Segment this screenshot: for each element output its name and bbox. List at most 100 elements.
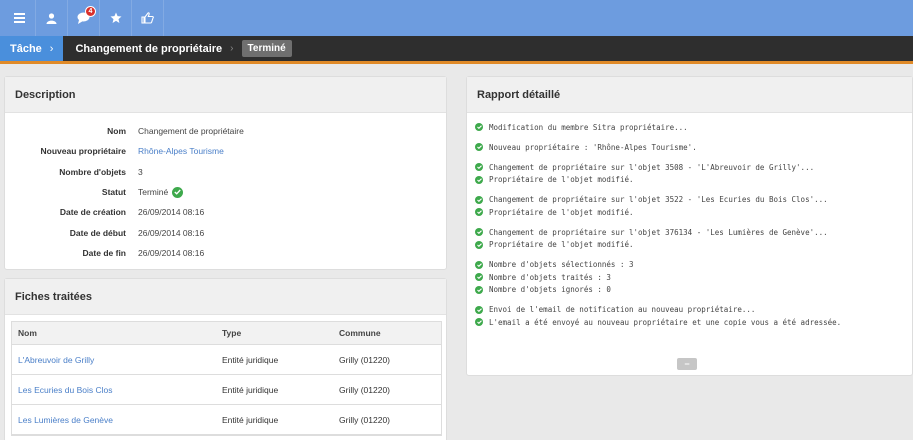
detail-row-statut: Statut Terminé <box>5 182 446 202</box>
log-line: Nombre d'objets ignorés : 0 <box>475 284 912 297</box>
detail-value: Changement de propriétaire <box>138 126 244 137</box>
log-spacer <box>475 154 912 162</box>
detail-value: 26/09/2014 08:16 <box>138 227 205 238</box>
log-line: Nouveau propriétaire : 'Rhône-Alpes Tour… <box>475 141 912 154</box>
log-text: Nombre d'objets traités : 3 <box>489 272 611 282</box>
breadcrumb-root-label: Tâche <box>10 42 42 55</box>
page-title: Changement de propriétaire <box>75 42 223 55</box>
description-details: Nom Changement de propriétaire Nouveau p… <box>5 113 446 263</box>
user-button[interactable] <box>36 0 68 36</box>
check-circle-icon <box>475 285 483 294</box>
fiches-heading: Fiches traitées <box>5 279 446 315</box>
detail-label: Statut <box>101 187 126 198</box>
detail-row-nouveau-proprietaire: Nouveau propriétaire Rhône-Alpes Tourism… <box>5 141 446 161</box>
rapport-panel: Rapport détaillé Modification du membre … <box>466 76 913 376</box>
log-text: Changement de propriétaire sur l'objet 3… <box>489 227 828 237</box>
description-heading: Description <box>5 77 446 113</box>
top-navbar: 4 <box>0 0 913 36</box>
log-line: Changement de propriétaire sur l'objet 3… <box>475 226 912 239</box>
table-header-row: Nom Type Commune <box>12 322 441 345</box>
log-spacer <box>475 296 912 304</box>
log-line: Changement de propriétaire sur l'objet 3… <box>475 194 912 207</box>
log-line: L'email a été envoyé au nouveau propriét… <box>475 316 912 329</box>
menu-button[interactable] <box>4 0 36 36</box>
table-row: Les Ecuries du Bois Clos Entité juridiqu… <box>12 375 441 405</box>
check-circle-icon <box>475 273 483 282</box>
column-header-type[interactable]: Type <box>216 328 333 338</box>
breadcrumb-root-link[interactable]: Tâche › <box>0 36 64 61</box>
log-text: Propriétaire de l'objet modifié. <box>489 207 634 217</box>
log-line: Nombre d'objets traités : 3 <box>475 271 912 284</box>
log-spacer <box>475 134 912 142</box>
fiches-panel: Fiches traitées Nom Type Commune L'Abreu… <box>4 278 447 440</box>
breadcrumb: Tâche › Changement de propriétaire › Ter… <box>0 36 913 64</box>
check-circle-icon <box>475 208 483 217</box>
detail-label: Date de début <box>69 227 126 238</box>
detail-row-date-creation: Date de création 26/09/2014 08:16 <box>5 202 446 222</box>
log-spacer <box>475 186 912 194</box>
thumbs-up-icon <box>141 12 154 24</box>
fiche-commune: Grilly (01220) <box>339 414 391 425</box>
fiche-commune: Grilly (01220) <box>339 354 391 365</box>
table-row: L'Abreuvoir de Grilly Entité juridique G… <box>12 345 441 375</box>
detail-label: Nom <box>107 126 126 137</box>
log-line: Nombre d'objets sélectionnés : 3 <box>475 259 912 272</box>
check-circle-icon <box>475 123 483 132</box>
log-line: Propriétaire de l'objet modifié. <box>475 239 912 252</box>
status-badge: Terminé <box>241 40 292 57</box>
star-icon <box>110 12 121 23</box>
fiche-type: Entité juridique <box>222 384 279 395</box>
table-row: Les Lumières de Genève Entité juridique … <box>12 405 441 435</box>
fiche-link[interactable]: Les Lumières de Genève <box>12 415 216 425</box>
fiches-table: Nom Type Commune L'Abreuvoir de Grilly E… <box>11 321 442 436</box>
detail-row-nombre-objets: Nombre d'objets 3 <box>5 162 446 182</box>
log-line: Modification du membre Sitra propriétair… <box>475 121 912 134</box>
log-text: Changement de propriétaire sur l'objet 3… <box>489 162 815 172</box>
log-text: L'email a été envoyé au nouveau propriét… <box>489 317 842 327</box>
detail-row-nom: Nom Changement de propriétaire <box>5 121 446 141</box>
detail-value: 26/09/2014 08:16 <box>138 207 205 218</box>
detail-value-status: Terminé <box>138 186 184 198</box>
description-panel: Description Nom Changement de propriétai… <box>4 76 447 270</box>
fiche-type: Entité juridique <box>222 354 279 365</box>
detail-label: Nouveau propriétaire <box>40 146 127 157</box>
share-button[interactable] <box>132 0 164 36</box>
collapse-button[interactable]: − <box>677 358 697 370</box>
notifications-badge: 4 <box>85 6 96 17</box>
log-text: Changement de propriétaire sur l'objet 3… <box>489 195 828 205</box>
log-text: Nouveau propriétaire : 'Rhône-Alpes Tour… <box>489 142 697 152</box>
log-line: Propriétaire de l'objet modifié. <box>475 206 912 219</box>
detail-label: Date de fin <box>82 247 126 258</box>
fiche-type: Entité juridique <box>222 414 279 425</box>
check-circle-icon <box>172 186 184 198</box>
breadcrumb-arrow: › <box>230 43 234 54</box>
detail-row-date-debut: Date de début 26/09/2014 08:16 <box>5 222 446 242</box>
log-text: Nombre d'objets sélectionnés : 3 <box>489 260 634 270</box>
favorites-button[interactable] <box>100 0 132 36</box>
log-text: Propriétaire de l'objet modifié. <box>489 240 634 250</box>
column-header-commune[interactable]: Commune <box>333 328 441 338</box>
column-header-nom[interactable]: Nom <box>12 328 216 338</box>
breadcrumb-separator: › <box>49 42 54 55</box>
check-circle-icon <box>475 143 483 152</box>
rapport-log: Modification du membre Sitra propriétair… <box>467 113 912 329</box>
log-spacer <box>475 251 912 259</box>
detail-label: Date de création <box>59 207 126 218</box>
log-line: Envoi de l'email de notification au nouv… <box>475 304 912 317</box>
detail-row-date-fin: Date de fin 26/09/2014 08:16 <box>5 243 446 263</box>
fiche-link[interactable]: Les Ecuries du Bois Clos <box>12 385 216 395</box>
check-circle-icon <box>475 163 483 172</box>
log-text: Modification du membre Sitra propriétair… <box>489 122 688 132</box>
hamburger-icon <box>14 13 25 23</box>
new-owner-link[interactable]: Rhône-Alpes Tourisme <box>138 146 224 156</box>
log-line: Changement de propriétaire sur l'objet 3… <box>475 161 912 174</box>
status-text: Terminé <box>138 187 169 198</box>
fiche-link[interactable]: L'Abreuvoir de Grilly <box>12 355 216 365</box>
rapport-heading: Rapport détaillé <box>467 77 912 113</box>
check-circle-icon <box>475 240 483 249</box>
notifications-button[interactable]: 4 <box>68 0 100 36</box>
check-circle-icon <box>475 195 483 204</box>
check-circle-icon <box>475 260 483 269</box>
detail-value: 26/09/2014 08:16 <box>138 247 205 258</box>
detail-label: Nombre d'objets <box>59 166 126 177</box>
